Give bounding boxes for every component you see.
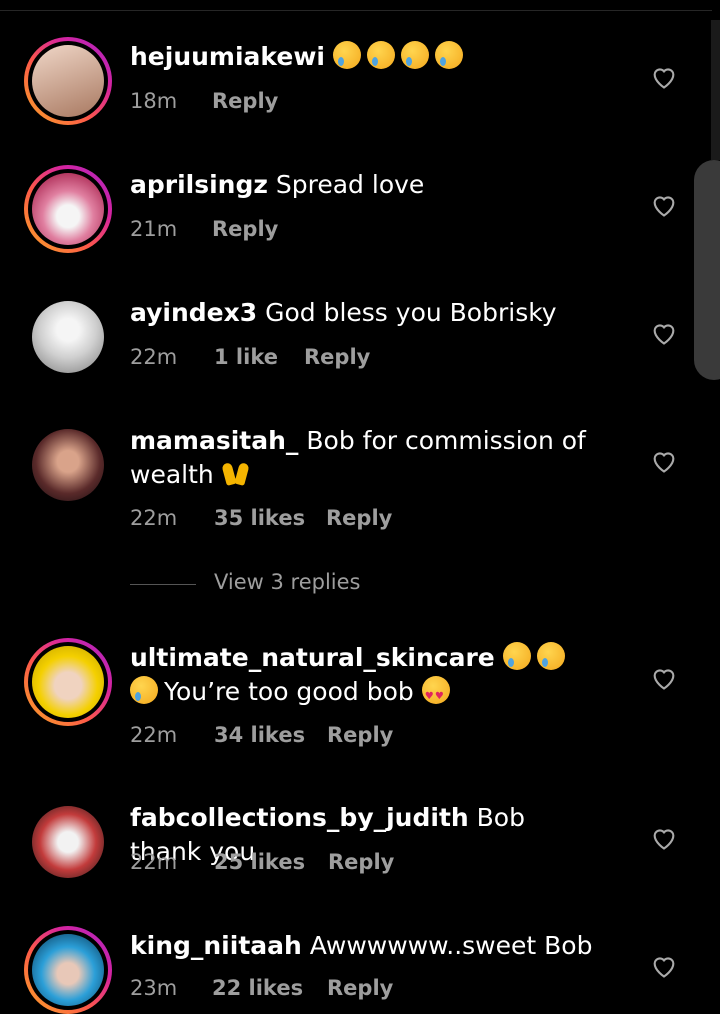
comment-time: 18m xyxy=(130,89,178,113)
comment-text: Awwwwww..sweet Bob xyxy=(309,931,593,960)
comment-time: 23m xyxy=(130,976,178,1000)
comment-time: 22m xyxy=(130,723,178,747)
heart-eyes-emoji-icon xyxy=(421,676,450,714)
heart-outline-icon[interactable] xyxy=(650,64,678,90)
comment-text: God bless you Bobrisky xyxy=(265,298,557,327)
comment-text: You’re too good bob xyxy=(164,677,414,706)
avatar[interactable] xyxy=(32,934,104,1006)
likes-count[interactable]: 35 likes xyxy=(214,506,305,530)
comment-username[interactable]: fabcollections_by_judith xyxy=(130,803,469,832)
crying-emoji-icon xyxy=(502,642,531,670)
avatar-story-ring[interactable] xyxy=(24,165,112,253)
scrollbar-track[interactable] xyxy=(711,20,720,160)
heart-outline-icon[interactable] xyxy=(650,665,678,691)
comment-username[interactable]: mamasitah_ xyxy=(130,426,298,455)
comment-body: ayindex3 God bless you Bobrisky xyxy=(130,296,600,330)
crying-emoji-icon xyxy=(536,642,565,670)
reply-button[interactable]: Reply xyxy=(304,345,370,369)
comment-time: 21m xyxy=(130,217,178,241)
crying-emoji-icon xyxy=(130,676,158,704)
comment-username[interactable]: hejuumiakewi xyxy=(130,42,325,71)
crying-emoji-icon xyxy=(366,41,395,69)
comment-username[interactable]: ultimate_natural_skincare xyxy=(130,643,495,672)
heart-outline-icon[interactable] xyxy=(650,320,678,346)
comment-time: 22m xyxy=(130,345,178,369)
comment-text: Spread love xyxy=(275,170,425,199)
likes-count[interactable]: 25 likes xyxy=(214,850,305,874)
reply-button[interactable]: Reply xyxy=(212,217,278,241)
crying-emoji-icon xyxy=(332,41,361,69)
reply-button[interactable]: Reply xyxy=(327,976,393,1000)
heart-outline-icon[interactable] xyxy=(650,825,678,851)
avatar-story-ring[interactable] xyxy=(24,926,112,1014)
heart-outline-icon[interactable] xyxy=(650,953,678,979)
crying-emoji-icon xyxy=(434,41,463,69)
crying-emoji-icon xyxy=(400,41,429,69)
reply-button[interactable]: Reply xyxy=(326,506,392,530)
scrollbar-thumb[interactable] xyxy=(694,160,720,380)
likes-count[interactable]: 22 likes xyxy=(212,976,303,1000)
avatar-story-ring[interactable] xyxy=(24,37,112,125)
comment-body: aprilsingz Spread love xyxy=(130,168,600,202)
comment-body: mamasitah_ Bob for commission of wealth xyxy=(130,424,600,492)
view-replies-label[interactable]: View 3 replies xyxy=(214,570,361,594)
reply-button[interactable]: Reply xyxy=(212,89,278,113)
reply-button[interactable]: Reply xyxy=(328,850,394,874)
comment-username[interactable]: aprilsingz xyxy=(130,170,268,199)
avatar[interactable] xyxy=(32,173,104,245)
avatar[interactable] xyxy=(32,45,104,117)
comment-username[interactable]: ayindex3 xyxy=(130,298,257,327)
avatar[interactable] xyxy=(32,646,104,718)
comment-body: ultimate_natural_skincare You’re too goo… xyxy=(130,641,600,714)
avatar[interactable] xyxy=(32,429,104,501)
likes-count[interactable]: 1 like xyxy=(214,345,278,369)
avatar[interactable] xyxy=(32,301,104,373)
heart-outline-icon[interactable] xyxy=(650,192,678,218)
comment-time: 22m xyxy=(130,850,178,874)
raising-hands-emoji-icon xyxy=(222,459,250,487)
avatar-story-ring[interactable] xyxy=(24,638,112,726)
top-divider xyxy=(0,10,712,11)
comment-body: hejuumiakewi xyxy=(130,40,600,74)
likes-count[interactable]: 34 likes xyxy=(214,723,305,747)
replies-divider xyxy=(130,584,196,585)
heart-outline-icon[interactable] xyxy=(650,448,678,474)
comment-body: king_niitaah Awwwwww..sweet Bob xyxy=(130,929,600,963)
avatar[interactable] xyxy=(32,806,104,878)
comment-time: 22m xyxy=(130,506,178,530)
reply-button[interactable]: Reply xyxy=(327,723,393,747)
comment-username[interactable]: king_niitaah xyxy=(130,931,302,960)
